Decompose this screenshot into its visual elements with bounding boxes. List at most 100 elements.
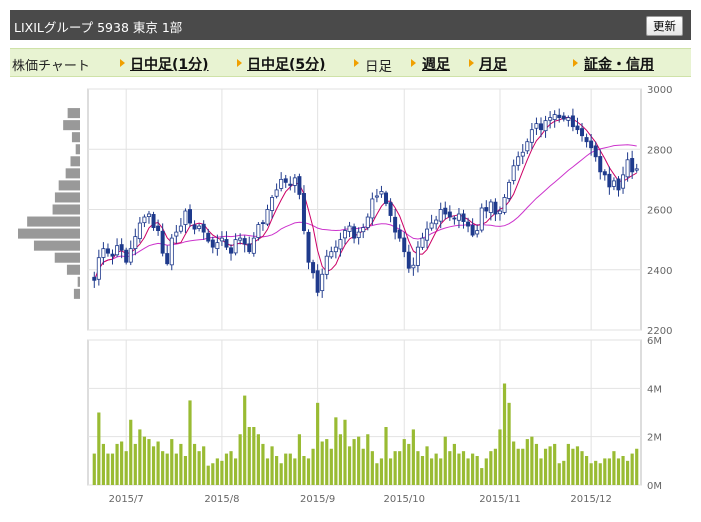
price-profile-bar [65,168,80,179]
volume-bar [466,458,470,485]
candle-body [142,216,147,224]
candle-body [201,223,206,233]
candle-body [224,239,229,248]
candle-body [484,207,489,212]
candle-body [584,137,589,143]
price-profile-bar [66,264,80,275]
volume-bar [170,439,174,485]
price-profile-bar [67,108,80,119]
x-tick-label: 2015/7 [109,494,144,505]
volume-bar [97,412,101,485]
volume-bar [384,427,388,485]
volume-bar [416,451,420,485]
volume-bar [562,460,566,485]
volume-bar [475,456,479,485]
volume-bar [626,460,630,485]
volume-bar [261,443,265,485]
volume-bar [174,453,178,485]
volume-bar [370,451,374,485]
candle-body [133,236,138,249]
candle-body [543,120,548,132]
candle-body [283,178,288,183]
candle-body [607,173,612,188]
price-profile-bar [73,288,80,299]
candle-body [188,209,192,224]
volume-bar [343,419,347,485]
volume-bar [165,453,169,485]
x-tick-label: 2015/10 [383,494,425,505]
volume-bar [452,443,456,485]
candle-body [229,247,234,254]
volume-bar [275,456,279,485]
volume-bar [502,383,507,485]
volume-bar [402,439,406,485]
candle-body [434,219,439,225]
candle-body [634,168,639,171]
candle-body [333,246,338,253]
price-tick-label: 2400 [647,266,672,277]
candle-body [251,237,256,254]
volume-bar [525,439,529,485]
candle-body [192,224,197,230]
volume-bar [489,451,493,485]
volume-bar [297,434,301,485]
volume-bar [543,448,548,485]
candle-body [466,221,471,227]
volume-bar [539,458,543,485]
x-tick-label: 2015/8 [204,494,239,505]
candle-body [347,225,352,232]
candle-body [156,225,161,231]
candle-body [461,213,466,222]
candle-body [406,251,411,269]
volume-bar [325,439,329,485]
volume-bar [443,436,447,485]
volume-bar [393,451,397,485]
candle-body [602,171,607,176]
candle-body [616,178,621,191]
volume-bar [612,451,616,485]
volume-bar [407,443,411,485]
candle-body [311,262,316,274]
candle-body [110,253,115,257]
volume-bar [138,429,142,485]
candle-body [206,232,211,242]
volume-tick-label: 2M [647,433,662,444]
stock-chart: 300028002600240022006M4M2M0M2015/7 2015/8… [18,85,672,505]
candle-body [160,230,165,254]
volume-bar [270,446,274,485]
volume-bar [484,458,488,485]
volume-bar [142,436,147,485]
candle-body [119,244,124,251]
price-profile-bar [27,216,80,227]
volume-bar [147,439,151,485]
candle-body [210,239,215,248]
candle-body [320,273,325,292]
volume-bar [584,456,589,485]
candle-body [438,209,443,222]
price-profile-bar [54,252,80,263]
volume-bar [302,456,306,485]
candle-body [470,224,475,236]
volume-bar [594,460,598,485]
candle-body [630,158,635,173]
candle-body [96,257,101,280]
volume-bar [124,451,128,485]
candle-body [456,213,461,221]
volume-bar [265,458,270,485]
volume-bar [616,458,621,485]
volume-bar [220,460,224,485]
volume-bar [252,427,256,485]
candle-body [621,174,626,189]
candle-body [238,237,243,241]
candle-body [397,229,402,239]
candle-body [260,222,265,225]
candle-body [493,201,498,215]
volume-bar [557,463,561,485]
volume-bar [471,453,475,485]
candle-body [301,193,306,231]
volume-tick-label: 4M [647,384,662,395]
candle-body [552,114,557,120]
candle-body [365,216,370,228]
candle-body [539,123,543,131]
candle-body [297,176,302,195]
